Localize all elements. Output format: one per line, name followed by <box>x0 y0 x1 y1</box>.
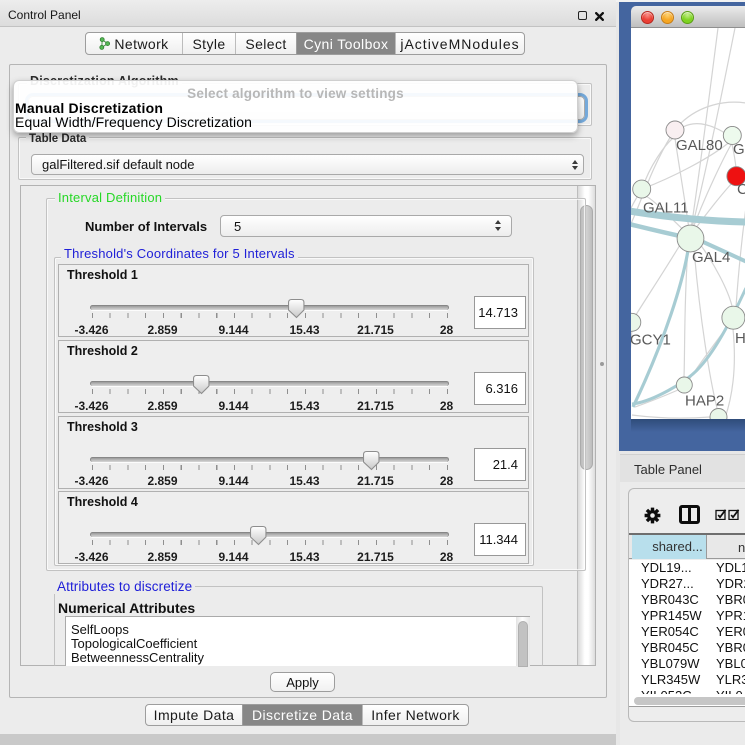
svg-text:GAL80: GAL80 <box>676 137 723 154</box>
svg-text:H: H <box>735 330 745 347</box>
svg-text:GAL4: GAL4 <box>692 249 730 266</box>
svg-text:GCY1: GCY1 <box>631 332 671 349</box>
svg-text:GAL11: GAL11 <box>643 200 689 217</box>
svg-text:C: C <box>737 181 745 198</box>
svg-text:G.: G. <box>733 141 745 158</box>
svg-text:HAP2: HAP2 <box>685 393 724 410</box>
